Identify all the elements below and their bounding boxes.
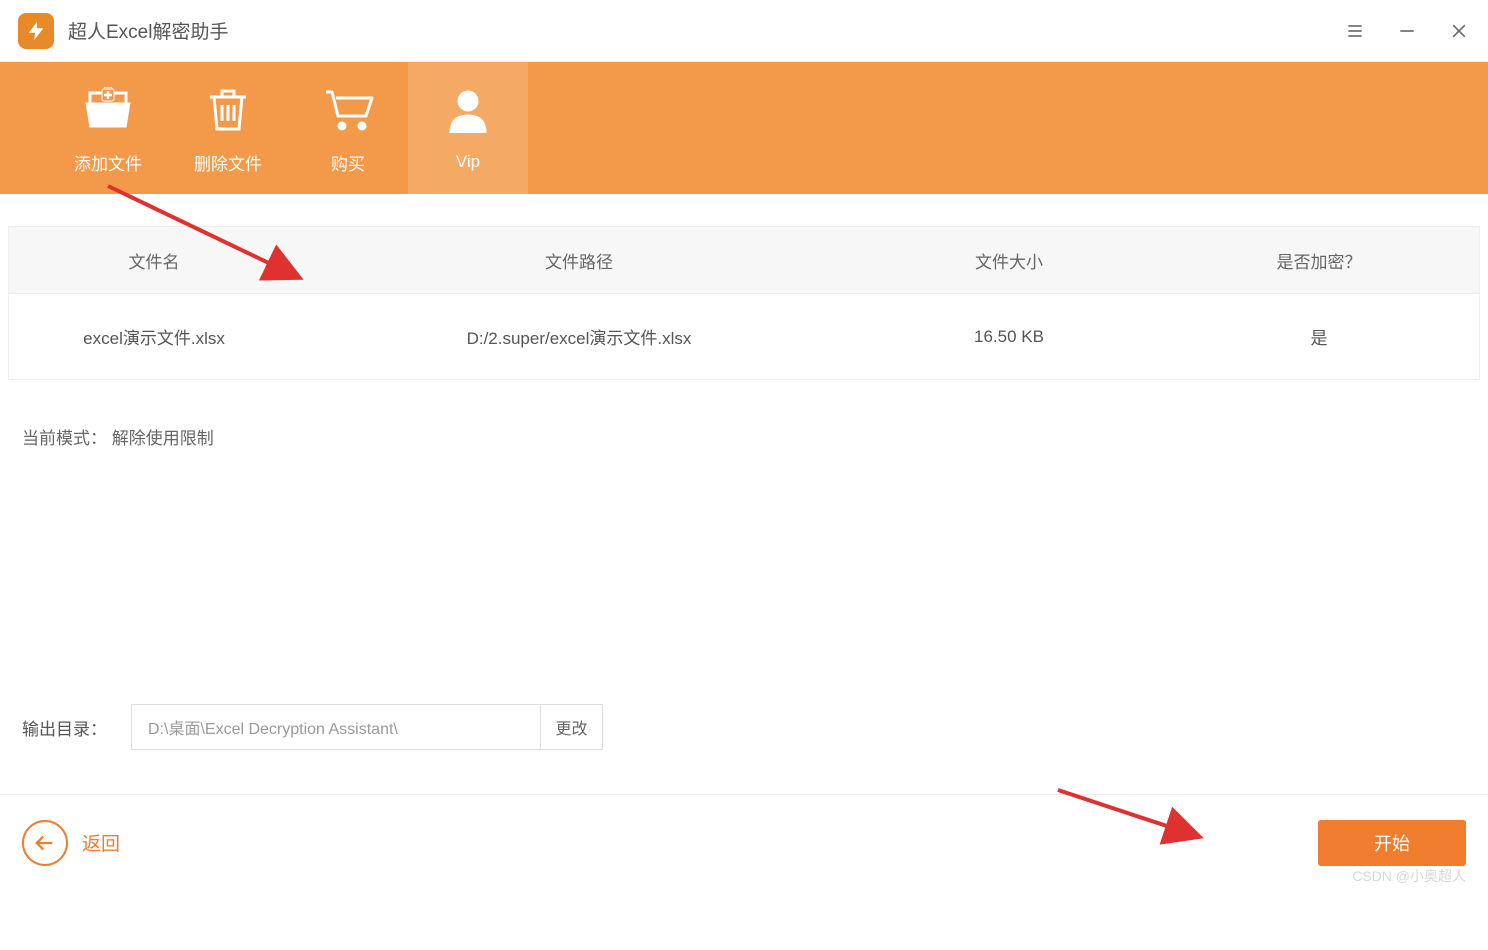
file-table: 文件名 文件路径 文件大小 是否加密？ excel演示文件.xlsx D:/2.… [8,226,1480,380]
delete-file-label: 删除文件 [194,150,262,175]
vip-label: Vip [456,152,480,172]
header-filepath: 文件路径 [299,248,859,273]
start-button[interactable]: 开始 [1318,820,1466,866]
purchase-button[interactable]: 购买 [288,62,408,194]
app-logo-icon [18,13,54,49]
minimize-icon[interactable] [1396,20,1418,42]
purchase-label: 购买 [331,150,365,175]
start-label: 开始 [1374,830,1410,856]
add-file-button[interactable]: 添加文件 [48,62,168,194]
header-filesize: 文件大小 [859,248,1159,273]
table-row[interactable]: excel演示文件.xlsx D:/2.super/excel演示文件.xlsx… [9,293,1479,379]
delete-file-icon [206,82,250,136]
app-title: 超人Excel解密助手 [68,17,228,44]
cart-icon [322,82,374,136]
main-panel: 文件名 文件路径 文件大小 是否加密？ excel演示文件.xlsx D:/2.… [0,194,1488,449]
user-icon [448,84,488,138]
add-file-icon [82,82,134,136]
footer-bar: 返回 开始 [0,794,1488,890]
add-file-label: 添加文件 [74,150,142,175]
close-icon[interactable] [1448,20,1470,42]
output-path-input[interactable]: D:\桌面\Excel Decryption Assistant\ [131,704,541,750]
cell-encrypted: 是 [1159,324,1479,349]
cell-filename: excel演示文件.xlsx [9,324,299,349]
window-controls [1344,0,1470,62]
output-path-value: D:\桌面\Excel Decryption Assistant\ [148,715,398,739]
output-directory-row: 输出目录： D:\桌面\Excel Decryption Assistant\ … [22,704,603,750]
back-button[interactable]: 返回 [22,820,120,866]
toolbar: 添加文件 删除文件 购买 [0,62,1488,194]
delete-file-button[interactable]: 删除文件 [168,62,288,194]
cell-filepath: D:/2.super/excel演示文件.xlsx [299,324,859,349]
header-filename: 文件名 [9,248,299,273]
vip-button[interactable]: Vip [408,62,528,194]
watermark-text: CSDN @小奥超人 [1352,866,1466,886]
output-label: 输出目录： [22,715,107,740]
table-header-row: 文件名 文件路径 文件大小 是否加密？ [9,227,1479,293]
title-bar: 超人Excel解密助手 [0,0,1488,62]
change-output-button[interactable]: 更改 [541,704,603,750]
cell-filesize: 16.50 KB [859,327,1159,347]
header-encrypted: 是否加密？ [1159,248,1479,273]
back-arrow-icon [22,820,68,866]
mode-label: 当前模式： 解除使用限制 [22,424,1480,449]
back-label: 返回 [82,829,120,856]
menu-icon[interactable] [1344,20,1366,42]
change-output-label: 更改 [555,715,587,739]
